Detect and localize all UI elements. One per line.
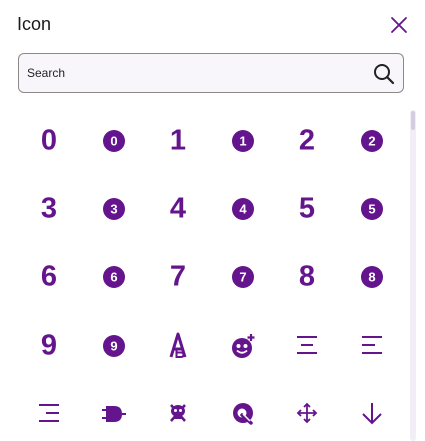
numeric-6-circle-icon: 6 — [102, 266, 125, 288]
numeric-7-circle-icon: 7 — [231, 266, 254, 288]
numeric-9-icon: 9 — [41, 330, 57, 362]
svg-text:1: 1 — [170, 125, 186, 157]
icon-option[interactable]: 2 — [275, 108, 339, 172]
arrows-move-icon — [296, 402, 318, 424]
search-input[interactable] — [27, 54, 357, 92]
numeric-9-circle-icon: 9 — [102, 335, 125, 357]
numeric-5-circle-icon: 5 — [360, 198, 383, 220]
abacus-icon — [231, 334, 254, 358]
icon-option[interactable]: 9 — [17, 313, 81, 377]
svg-text:9: 9 — [41, 330, 57, 362]
close-icon — [391, 17, 407, 33]
numeric-7-icon: 7 — [170, 261, 186, 293]
icon-option[interactable]: 2 — [340, 108, 404, 172]
svg-text:7: 7 — [170, 261, 186, 293]
icon-option[interactable] — [275, 381, 339, 441]
icon-option[interactable]: 5 — [275, 176, 339, 240]
align-right-icon — [39, 404, 59, 422]
svg-text:2: 2 — [368, 133, 375, 148]
icon-option[interactable]: 3 — [82, 176, 146, 240]
icon-option[interactable] — [17, 381, 81, 441]
numeric-3-circle-icon: 3 — [102, 198, 125, 220]
icon-option[interactable] — [146, 313, 210, 377]
icon-option[interactable]: 4 — [211, 176, 275, 240]
icon-option[interactable] — [211, 313, 275, 377]
arrow-down-icon — [361, 403, 382, 425]
icon-option[interactable] — [82, 381, 146, 441]
icon-option[interactable]: 5 — [340, 176, 404, 240]
icon-option[interactable]: 8 — [275, 244, 339, 308]
icon-option[interactable]: 6 — [17, 244, 81, 308]
svg-text:7: 7 — [239, 269, 246, 284]
svg-text:5: 5 — [299, 193, 315, 225]
icon-option[interactable]: 1 — [211, 108, 275, 172]
icon-option[interactable]: 6 — [82, 244, 146, 308]
icon-option[interactable]: 3 — [17, 176, 81, 240]
dialog-title: Icon — [17, 14, 52, 34]
quora-icon — [232, 403, 253, 425]
icon-option[interactable]: 8 — [340, 244, 404, 308]
icon-option[interactable] — [340, 381, 404, 441]
icon-option[interactable]: 9 — [82, 313, 146, 377]
icon-option[interactable] — [211, 381, 275, 441]
svg-text:4: 4 — [170, 193, 186, 225]
numeric-4-icon: 4 — [170, 193, 186, 225]
icon-option[interactable]: 7 — [211, 244, 275, 308]
numeric-2-icon: 2 — [299, 125, 315, 157]
svg-text:3: 3 — [110, 201, 117, 216]
icon-option[interactable]: 7 — [146, 244, 210, 308]
numeric-8-icon: 8 — [299, 261, 315, 293]
icon-option[interactable]: 0 — [82, 108, 146, 172]
numeric-3-icon: 3 — [41, 193, 57, 225]
icon-picker-dialog: Icon 0 0 1 — [0, 0, 425, 441]
icon-option[interactable]: 0 — [17, 108, 81, 172]
numeric-0-circle-icon: 0 — [102, 130, 125, 152]
icon-option[interactable] — [340, 313, 404, 377]
numeric-1-circle-icon: 1 — [231, 130, 254, 152]
search-box — [18, 53, 404, 93]
svg-text:4: 4 — [239, 201, 247, 216]
align-center-icon — [297, 336, 317, 354]
svg-text:6: 6 — [110, 269, 117, 284]
icon-option[interactable] — [146, 381, 210, 441]
icon-option[interactable] — [275, 313, 339, 377]
numeric-5-icon: 5 — [299, 193, 315, 225]
numeric-1-icon: 1 — [170, 125, 186, 157]
search-icon[interactable] — [373, 63, 395, 85]
skull-crossbones-icon — [170, 404, 186, 422]
numeric-4-circle-icon: 4 — [231, 198, 254, 220]
close-button[interactable] — [389, 15, 409, 35]
svg-text:1: 1 — [239, 133, 246, 148]
align-left-icon — [361, 336, 382, 354]
svg-text:9: 9 — [110, 338, 117, 353]
svg-text:8: 8 — [299, 261, 315, 293]
icon-grid: 0 0 1 1 2 2 3 3 4 4 5 5 6 6 7 7 8 8 9 9 — [17, 108, 405, 441]
svg-text:3: 3 — [41, 193, 57, 225]
svg-text:0: 0 — [110, 133, 117, 148]
svg-text:8: 8 — [368, 269, 375, 284]
scrollbar-track[interactable] — [410, 110, 416, 441]
numeric-0-icon: 0 — [41, 125, 57, 157]
icon-option[interactable]: 4 — [146, 176, 210, 240]
svg-text:2: 2 — [299, 125, 315, 157]
scrollbar-thumb[interactable] — [411, 111, 415, 130]
svg-text:0: 0 — [41, 125, 57, 157]
ab-testing-icon — [169, 332, 187, 358]
numeric-6-icon: 6 — [41, 261, 57, 293]
numeric-8-circle-icon: 8 — [360, 266, 383, 288]
svg-text:5: 5 — [368, 201, 375, 216]
numeric-2-circle-icon: 2 — [360, 130, 383, 152]
and-gate-icon — [101, 406, 126, 422]
svg-text:6: 6 — [41, 261, 57, 293]
icon-option[interactable]: 1 — [146, 108, 210, 172]
